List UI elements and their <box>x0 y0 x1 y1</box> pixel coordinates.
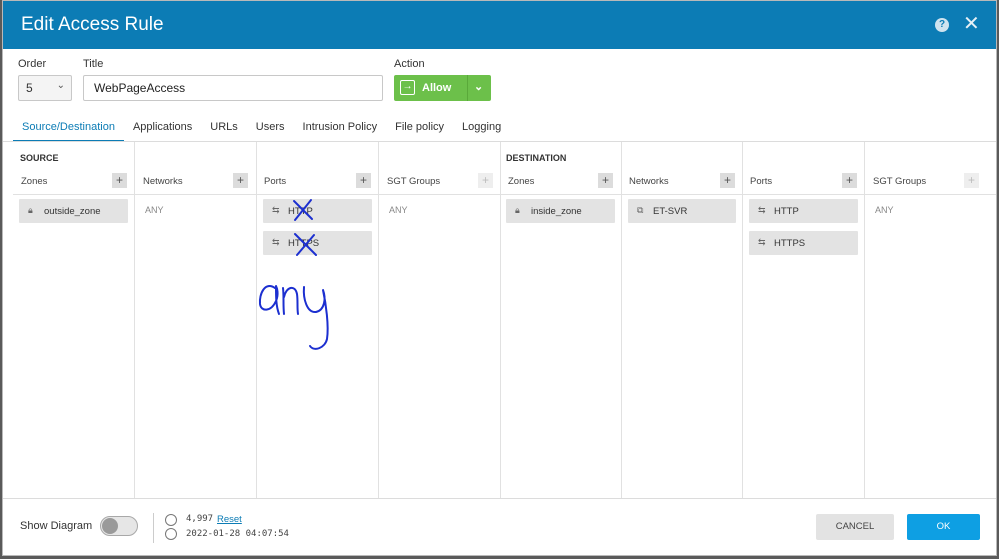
destination-zones-column: Zones + 🔒︎ inside_zone <box>501 142 622 499</box>
source-networks-column: Networks + ANY <box>135 142 257 499</box>
add-source-network-button[interactable]: + <box>233 173 248 188</box>
column-divider <box>622 194 742 195</box>
tab-urls[interactable]: URLs <box>201 115 247 142</box>
add-source-zone-button[interactable]: + <box>112 173 127 188</box>
destination-port-chip[interactable]: ⇆ HTTPS <box>749 231 858 255</box>
title-label: Title <box>83 58 104 70</box>
source-port-name: HTTP <box>288 206 313 217</box>
hit-count-icon <box>165 514 177 526</box>
column-divider <box>257 194 378 195</box>
source-zones-column: Zones + 🔒︎ outside_zone <box>13 142 135 499</box>
destination-port-name: HTTPS <box>774 238 806 249</box>
add-destination-network-button[interactable]: + <box>720 173 735 188</box>
add-destination-sgt-button: + <box>964 173 979 188</box>
destination-port-name: HTTP <box>774 206 799 217</box>
source-ports-label: Ports <box>264 176 287 187</box>
port-arrows-icon: ⇆ <box>272 237 280 247</box>
destination-zone-name: inside_zone <box>531 206 582 217</box>
destination-ports-label: Ports <box>750 176 773 187</box>
hit-count: 4,997 <box>186 514 214 524</box>
lock-icon: 🔒︎ <box>515 205 520 215</box>
cancel-button[interactable]: CANCEL <box>816 514 894 540</box>
column-divider <box>501 194 621 195</box>
destination-sgt-column: SGT Groups + ANY <box>865 142 996 499</box>
destination-sgt-any: ANY <box>875 205 894 215</box>
footer-divider <box>153 513 154 543</box>
toggle-knob <box>102 518 118 534</box>
source-networks-any: ANY <box>145 205 164 215</box>
destination-ports-column: Ports + ⇆ HTTP ⇆ HTTPS <box>743 142 865 499</box>
tab-logging[interactable]: Logging <box>453 115 510 142</box>
tab-applications[interactable]: Applications <box>124 115 201 142</box>
dialog-header: Edit Access Rule ? ✕ <box>3 1 996 49</box>
action-dropdown[interactable]: → Allow ⌄ <box>394 75 491 101</box>
source-zones-label: Zones <box>21 176 48 187</box>
destination-network-name: ET-SVR <box>653 206 688 217</box>
source-port-chip[interactable]: ⇆ HTTP <box>263 199 372 223</box>
edit-access-rule-dialog: Edit Access Rule ? ✕ Order 5 ⌄ Title Act… <box>2 0 997 556</box>
add-destination-port-button[interactable]: + <box>842 173 857 188</box>
source-port-chip[interactable]: ⇆ HTTPS <box>263 231 372 255</box>
source-destination-grid: SOURCE DESTINATION Zones + 🔒︎ outside_zo… <box>3 142 996 499</box>
column-divider <box>13 194 134 195</box>
help-icon[interactable]: ? <box>935 18 949 32</box>
source-port-name: HTTPS <box>288 238 320 249</box>
destination-sgt-label: SGT Groups <box>873 176 927 187</box>
source-networks-label: Networks <box>143 176 183 187</box>
column-divider <box>135 194 256 195</box>
network-object-icon: ⧉ <box>637 205 644 215</box>
column-divider <box>865 194 996 195</box>
column-divider <box>743 194 864 195</box>
action-divider <box>467 75 468 101</box>
add-destination-zone-button[interactable]: + <box>598 173 613 188</box>
title-input[interactable] <box>83 75 383 101</box>
source-ports-column: Ports + ⇆ HTTP ⇆ HTTPS <box>257 142 379 499</box>
chevron-down-icon: ⌄ <box>56 80 65 91</box>
clock-icon <box>165 528 177 540</box>
port-arrows-icon: ⇆ <box>758 237 766 247</box>
lock-icon: 🔒︎ <box>28 205 33 215</box>
add-source-port-button[interactable]: + <box>356 173 371 188</box>
source-sgt-any: ANY <box>389 205 408 215</box>
column-divider <box>379 194 500 195</box>
port-arrows-icon: ⇆ <box>758 205 766 215</box>
source-zone-name: outside_zone <box>44 206 101 217</box>
tab-users[interactable]: Users <box>247 115 294 142</box>
source-zone-chip[interactable]: 🔒︎ outside_zone <box>19 199 128 223</box>
chevron-down-icon[interactable]: ⌄ <box>474 80 483 93</box>
tab-file-policy[interactable]: File policy <box>386 115 453 142</box>
dialog-title: Edit Access Rule <box>21 14 164 35</box>
rule-tabs: Source/Destination Applications URLs Use… <box>13 115 510 142</box>
tab-intrusion-policy[interactable]: Intrusion Policy <box>294 115 387 142</box>
tab-source-destination[interactable]: Source/Destination <box>13 115 124 142</box>
order-label: Order <box>18 58 47 70</box>
order-select[interactable]: 5 ⌄ <box>18 75 72 101</box>
add-source-sgt-button: + <box>478 173 493 188</box>
source-sgt-column: SGT Groups + ANY <box>379 142 501 499</box>
show-diagram-label: Show Diagram <box>20 520 93 532</box>
destination-zones-label: Zones <box>508 176 535 187</box>
destination-port-chip[interactable]: ⇆ HTTP <box>749 199 858 223</box>
order-value: 5 <box>26 81 33 95</box>
source-sgt-label: SGT Groups <box>387 176 441 187</box>
show-diagram-toggle[interactable] <box>100 516 138 536</box>
last-hit-timestamp: 2022-01-28 04:07:54 <box>186 529 289 539</box>
reset-hits-link[interactable]: Reset <box>217 514 242 525</box>
action-label: Action <box>394 58 425 70</box>
close-icon[interactable]: ✕ <box>963 14 980 34</box>
action-value: Allow <box>422 82 452 94</box>
port-arrows-icon: ⇆ <box>272 205 280 215</box>
allow-arrow-icon: → <box>400 80 415 95</box>
destination-networks-label: Networks <box>629 176 669 187</box>
destination-network-chip[interactable]: ⧉ ET-SVR <box>628 199 736 223</box>
dialog-footer: Show Diagram 4,997 Reset 2022-01-28 04:0… <box>3 498 996 556</box>
destination-networks-column: Networks + ⧉ ET-SVR <box>622 142 743 499</box>
destination-zone-chip[interactable]: 🔒︎ inside_zone <box>506 199 615 223</box>
ok-button[interactable]: OK <box>907 514 980 540</box>
